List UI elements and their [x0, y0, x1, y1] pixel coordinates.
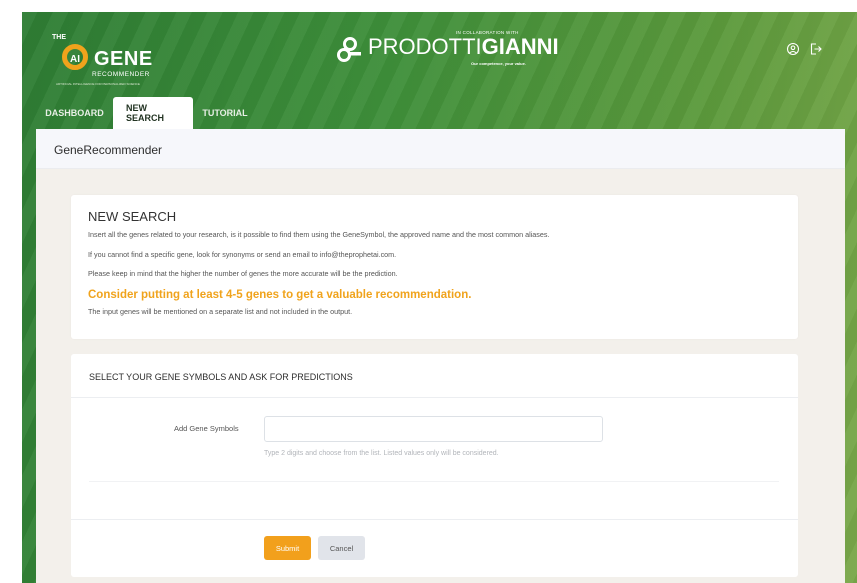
form-header: SELECT YOUR GENE SYMBOLS AND ASK FOR PRE… [71, 354, 798, 398]
divider [71, 519, 798, 520]
intro-card: NEW SEARCH Insert all the genes related … [71, 195, 798, 339]
partner-name: PRODOTTIGIANNI [368, 34, 559, 60]
logo-gene-text: GENE [94, 48, 153, 70]
partner-name-bold: GIANNI [481, 34, 559, 59]
gene-recommender-logo[interactable]: THE AI GENE RECOMMENDER ARTIFICIAL INTEL… [52, 34, 162, 94]
main-tabs: DASHBOARD NEW SEARCH TUTORIAL [36, 97, 257, 129]
intro-highlight: Consider putting at least 4-5 genes to g… [88, 289, 472, 301]
submit-button[interactable]: Submit [264, 536, 311, 560]
gene-symbols-label: Add Gene Symbols [174, 424, 239, 433]
intro-line-4: The input genes will be mentioned on a s… [88, 307, 353, 316]
page-title-bar: GeneRecommender [36, 129, 845, 169]
user-icon[interactable] [786, 42, 800, 56]
tab-new-search[interactable]: NEW SEARCH [113, 97, 193, 129]
page-title: GeneRecommender [54, 143, 163, 157]
intro-line-1: Insert all the genes related to your res… [88, 230, 550, 239]
tab-tutorial[interactable]: TUTORIAL [193, 97, 257, 129]
intro-line-2: If you cannot find a specific gene, look… [88, 250, 397, 259]
cancel-button[interactable]: Cancel [318, 536, 365, 560]
partner-mark-icon [337, 37, 361, 62]
logo-tagline: ARTIFICIAL INTELLIGENCE FOR PERSONALIZED… [56, 82, 140, 86]
intro-line-3: Please keep in mind that the higher the … [88, 269, 398, 278]
divider [89, 481, 779, 482]
intro-heading: NEW SEARCH [88, 209, 177, 224]
logo-ai-text: AI [70, 54, 80, 65]
logout-icon[interactable] [809, 42, 823, 56]
tab-dashboard[interactable]: DASHBOARD [36, 97, 113, 129]
partner-logo: IN COLLABORATION WITH PRODOTTIGIANNI Our… [330, 27, 570, 77]
partner-tagline: Our competence, your value. [471, 61, 526, 66]
gene-symbols-help: Type 2 digits and choose from the list. … [264, 450, 499, 457]
gene-form-card: SELECT YOUR GENE SYMBOLS AND ASK FOR PRE… [71, 354, 798, 577]
gene-symbols-input[interactable] [264, 416, 603, 442]
form-heading: SELECT YOUR GENE SYMBOLS AND ASK FOR PRE… [89, 372, 353, 382]
logo-recommender-text: RECOMMENDER [92, 71, 150, 78]
partner-name-light: PRODOTTI [368, 34, 482, 59]
logo-the-text: THE [52, 34, 66, 41]
header-actions [786, 42, 823, 56]
